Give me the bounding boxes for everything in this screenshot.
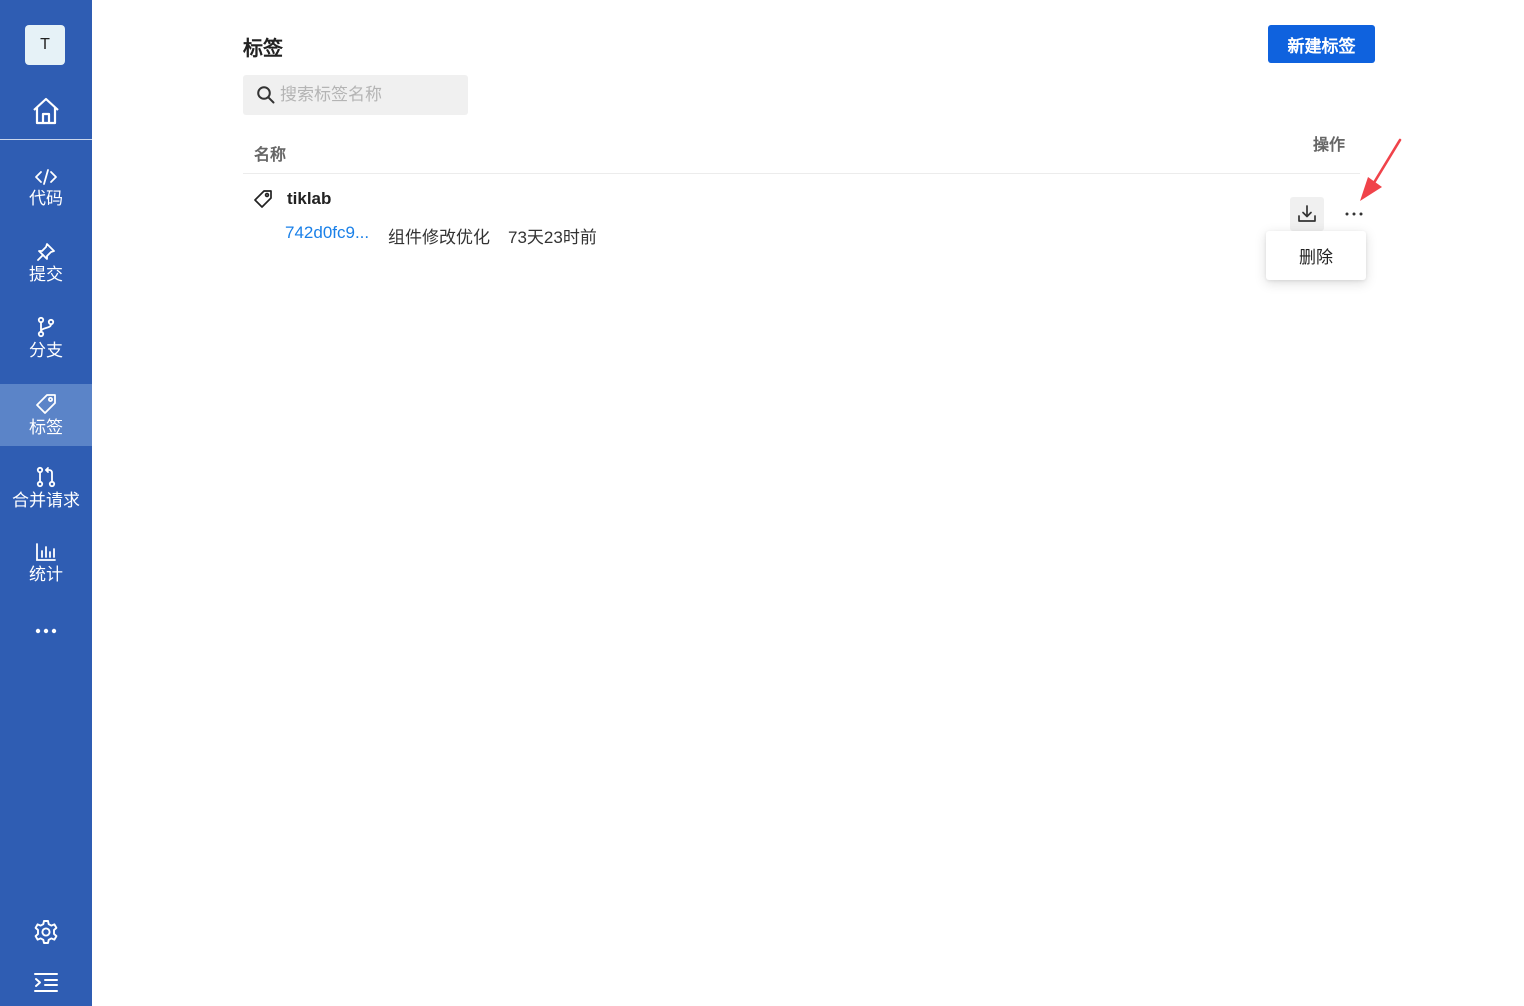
delete-menu-item[interactable]: 删除 (1299, 243, 1333, 268)
sidebar-item-stats[interactable]: 统计 (0, 532, 92, 594)
home-icon (33, 97, 59, 125)
sidebar-item-label: 标签 (29, 417, 63, 437)
branch-icon (37, 316, 55, 337)
chart-icon (36, 542, 56, 561)
sidebar-item-label: 提交 (29, 264, 63, 284)
tag-icon (36, 393, 56, 414)
tag-icon (254, 190, 272, 208)
search-box[interactable] (243, 75, 468, 115)
sidebar-item-label: 统计 (29, 564, 63, 584)
page-title: 标签 (243, 38, 283, 60)
commit-time: 73天23时前 (508, 228, 597, 247)
tag-name[interactable]: tiklab (287, 189, 331, 209)
gear-icon (34, 920, 58, 944)
table-header-divider (243, 173, 1360, 174)
sidebar-more-button[interactable] (0, 618, 92, 644)
sidebar-item-branch[interactable]: 分支 (0, 307, 92, 369)
sidebar-item-merge-requests[interactable]: 合并请求 (0, 457, 92, 519)
avatar[interactable]: T (25, 25, 65, 65)
table-row: tiklab 742d0fc9... 组件修改优化 73天23时前 (243, 180, 1360, 260)
actions-dropdown-menu: 删除 (1266, 231, 1366, 280)
sidebar-divider (0, 139, 92, 140)
sidebar-item-code[interactable]: 代码 (0, 157, 92, 219)
ellipsis-icon (1345, 212, 1363, 216)
code-icon (35, 168, 57, 185)
search-icon (257, 86, 275, 104)
new-tag-button[interactable]: 新建标签 (1268, 25, 1375, 63)
sidebar-item-label: 分支 (29, 340, 63, 360)
sidebar: T 代码 提交 分支 标签 合并请求 统计 (0, 0, 92, 1006)
download-button[interactable] (1290, 197, 1324, 231)
collapse-sidebar-button[interactable] (0, 966, 92, 998)
commit-hash-link[interactable]: 742d0fc9... (285, 223, 369, 243)
pin-icon (37, 242, 55, 261)
settings-button[interactable] (0, 915, 92, 949)
column-header-actions: 操作 (1313, 137, 1346, 154)
indent-icon (34, 973, 58, 992)
download-icon (1298, 205, 1316, 222)
more-horizontal-icon (35, 628, 57, 634)
search-input[interactable] (280, 85, 460, 105)
sidebar-item-commit[interactable]: 提交 (0, 232, 92, 294)
column-header-name: 名称 (254, 147, 287, 164)
sidebar-item-label: 代码 (29, 188, 63, 208)
commit-message: 组件修改优化 (388, 228, 490, 247)
sidebar-item-tags[interactable]: 标签 (0, 384, 92, 446)
sidebar-item-label: 合并请求 (12, 490, 80, 510)
home-button[interactable] (0, 84, 92, 138)
annotation-arrow-icon (1360, 138, 1402, 201)
merge-request-icon (36, 466, 56, 487)
